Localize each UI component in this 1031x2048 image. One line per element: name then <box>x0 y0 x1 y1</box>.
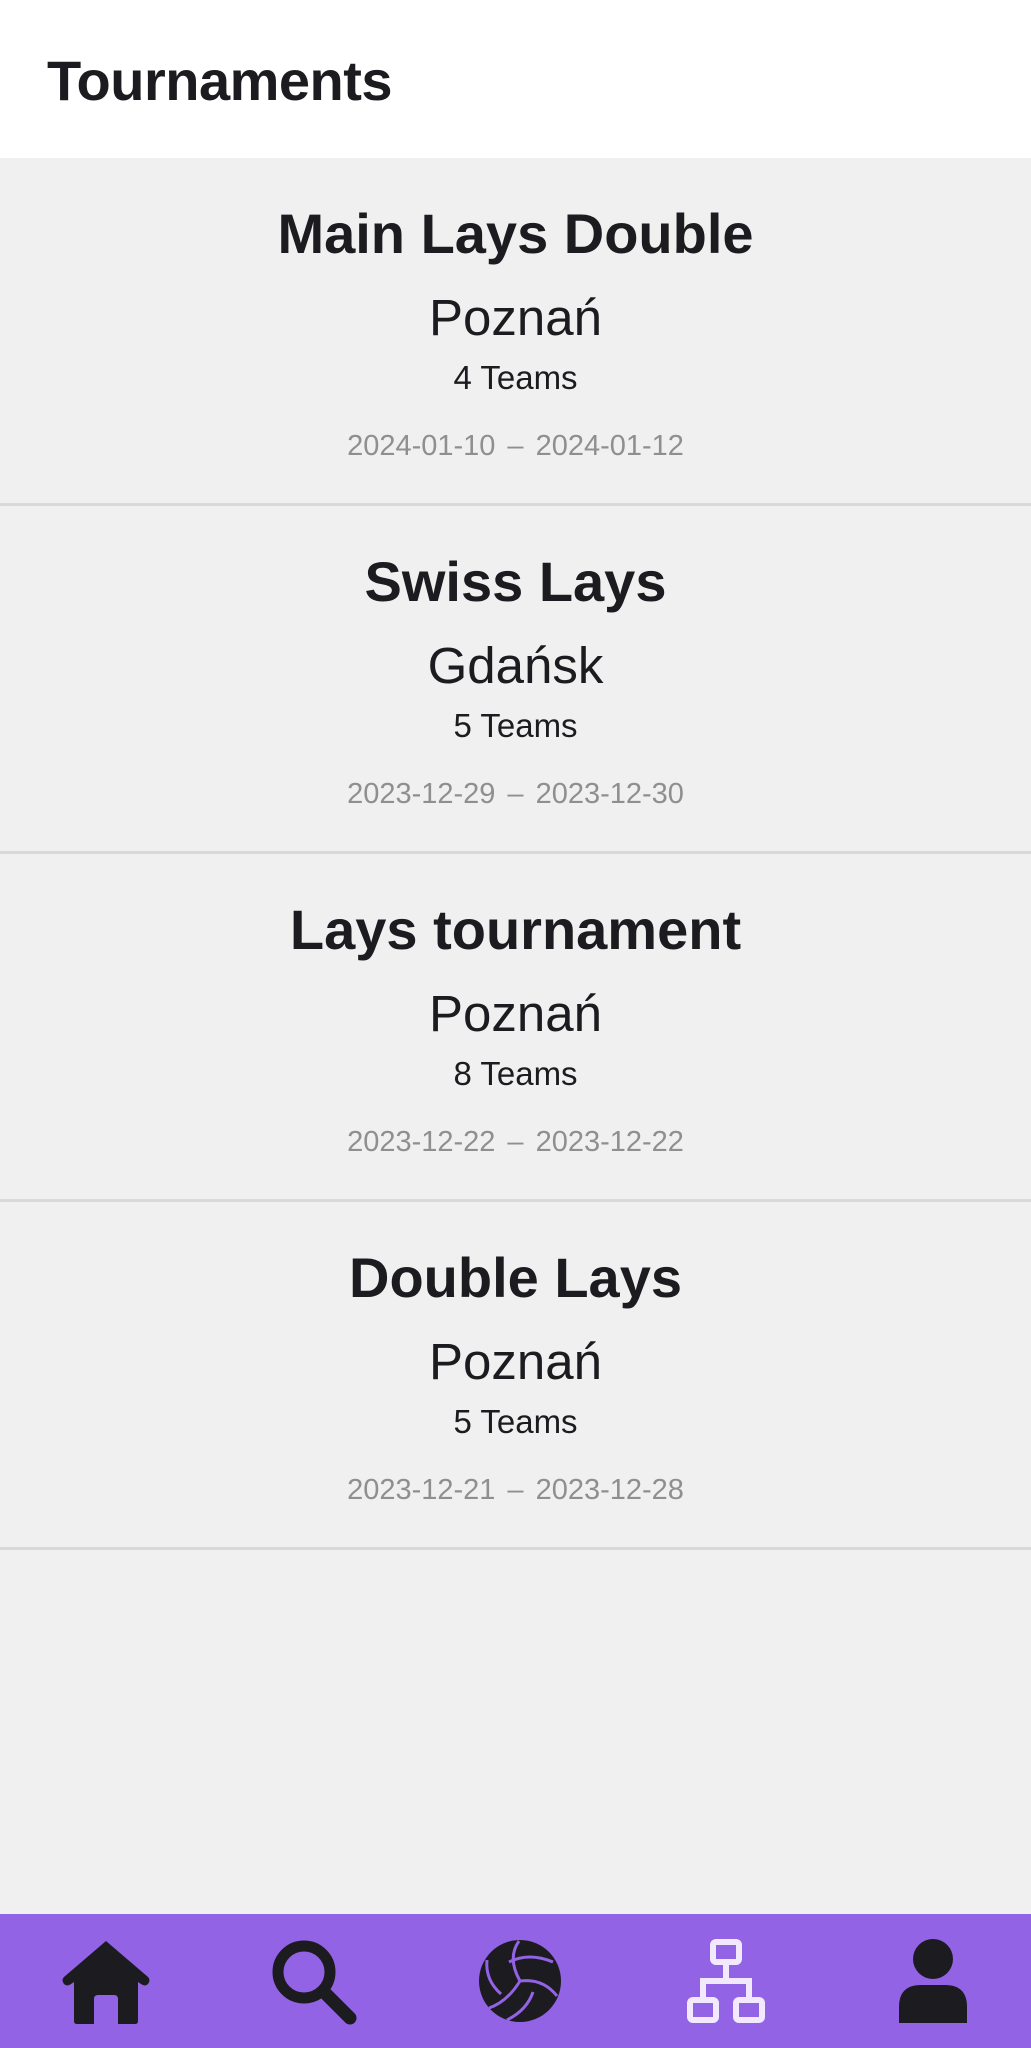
nav-search-button[interactable] <box>263 1931 363 2031</box>
page-title: Tournaments <box>47 49 393 112</box>
tournament-name: Double Lays <box>349 1246 682 1309</box>
bottom-navigation <box>0 1914 1031 2048</box>
tournament-card[interactable]: Lays tournament Poznań 8 Teams 2023-12-2… <box>0 854 1031 1202</box>
tournament-start-date: 2023-12-22 <box>347 1126 496 1158</box>
nav-bracket-button[interactable] <box>676 1931 776 2031</box>
nav-profile-button[interactable] <box>883 1931 983 2031</box>
tournament-team-count: 8 Teams <box>453 1055 578 1092</box>
tournament-start-date: 2023-12-29 <box>347 778 496 810</box>
tournament-name: Swiss Lays <box>364 550 667 613</box>
tournament-city: Poznań <box>429 985 602 1042</box>
nav-tournaments-button[interactable] <box>470 1931 570 2031</box>
date-separator: – <box>507 778 524 810</box>
app-header: Tournaments <box>0 0 1031 158</box>
home-icon <box>62 1941 150 2024</box>
volleyball-icon <box>478 1940 561 2022</box>
tournament-end-date: 2023-12-30 <box>535 778 684 810</box>
nav-home-button[interactable] <box>56 1931 156 2031</box>
tournament-start-date: 2023-12-21 <box>347 1474 496 1506</box>
tournament-list: Main Lays Double Poznań 4 Teams 2024-01-… <box>0 158 1031 1550</box>
tournament-dates: 2024-01-10–2024-01-12 <box>0 428 1031 464</box>
tournament-start-date: 2024-01-10 <box>347 430 496 462</box>
tournament-card[interactable]: Double Lays Poznań 5 Teams 2023-12-21–20… <box>0 1202 1031 1550</box>
search-icon <box>272 1940 357 2025</box>
user-icon <box>899 1939 967 2023</box>
tournament-team-count: 5 Teams <box>453 1403 578 1440</box>
date-separator: – <box>507 1474 524 1506</box>
tournament-dates: 2023-12-29–2023-12-30 <box>0 776 1031 812</box>
tournament-end-date: 2024-01-12 <box>535 430 684 462</box>
tournament-end-date: 2023-12-22 <box>535 1126 684 1158</box>
tournament-team-count: 5 Teams <box>453 707 578 744</box>
tournament-city: Poznań <box>429 289 602 346</box>
tournament-city: Poznań <box>429 1333 602 1390</box>
tournament-card[interactable]: Swiss Lays Gdańsk 5 Teams 2023-12-29–202… <box>0 506 1031 854</box>
date-separator: – <box>507 1126 524 1158</box>
tournament-name: Lays tournament <box>289 898 742 961</box>
tournament-dates: 2023-12-21–2023-12-28 <box>0 1472 1031 1508</box>
tournament-dates: 2023-12-22–2023-12-22 <box>0 1124 1031 1160</box>
bracket-icon <box>687 1939 766 2023</box>
tournament-card[interactable]: Main Lays Double Poznań 4 Teams 2024-01-… <box>0 158 1031 506</box>
tournament-team-count: 4 Teams <box>453 359 578 396</box>
tournament-name: Main Lays Double <box>277 202 754 265</box>
date-separator: – <box>507 430 524 462</box>
tournament-city: Gdańsk <box>427 637 604 694</box>
tournament-end-date: 2023-12-28 <box>535 1474 684 1506</box>
